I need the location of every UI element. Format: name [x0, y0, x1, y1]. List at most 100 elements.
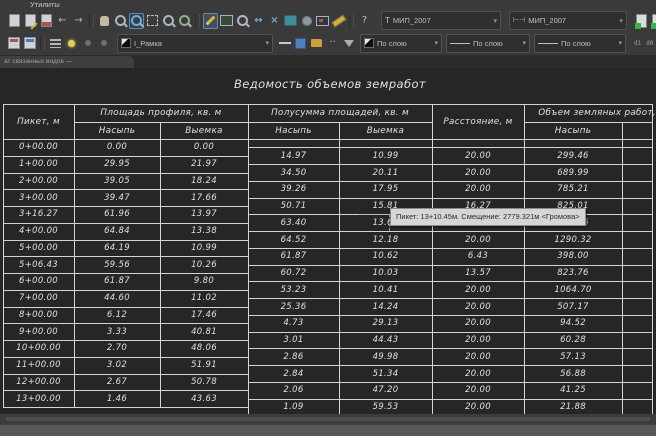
station-cell-fill: 39.47 — [104, 192, 130, 203]
interval-cell-volume-fill: 823.76 — [557, 268, 589, 279]
funnel-icon[interactable] — [341, 35, 356, 51]
station-cell-picket: 12+00.00 — [16, 376, 61, 387]
tools-icon: × — [270, 14, 279, 26]
edit-pencil-icon — [205, 15, 216, 26]
interval-cell-halfsum-fill: 39.26 — [280, 184, 307, 195]
line-icon[interactable] — [277, 35, 292, 51]
pan-icon[interactable] — [97, 13, 112, 29]
edit-doc-icon[interactable] — [23, 13, 38, 29]
web-icon[interactable] — [299, 13, 314, 29]
dim-style-value: МИП_2007 — [528, 16, 567, 25]
lock-icon[interactable] — [96, 35, 111, 51]
bulb-icon[interactable] — [64, 35, 79, 51]
notebook-icon[interactable] — [283, 13, 298, 29]
dim-style-dropdown[interactable]: ⊢⊣ МИП_2007 ▾ — [509, 11, 627, 30]
station-cell-fill: 3.02 — [106, 360, 128, 371]
green-doc-icon-2[interactable] — [650, 13, 656, 29]
undo-icon: ← — [58, 14, 67, 26]
toolbar-icon-group — [6, 35, 111, 51]
text-style-dropdown[interactable]: T МИП_2007 ▾ — [381, 11, 501, 30]
lineweight-button-0[interactable]: d1 — [632, 39, 643, 48]
station-cell-fill: 2.67 — [106, 376, 128, 387]
green-doc-icon-1 — [635, 13, 647, 29]
interval-cell-halfsum-cut: 12.18 — [372, 234, 399, 245]
station-cell-picket: 6+00.00 — [19, 276, 58, 287]
image-frame-icon[interactable] — [219, 13, 234, 29]
notebook-icon — [284, 15, 297, 26]
lineweight-button-1[interactable]: d0 — [644, 39, 655, 48]
header-volume-fill: Насыпь — [554, 125, 592, 136]
tools-icon[interactable]: × — [267, 13, 282, 29]
interval-cell-halfsum-cut: 59.53 — [372, 402, 399, 413]
tab-linked-views[interactable]: ат связанных видов — — [0, 56, 134, 68]
lineweight-button-group: d1d0dFdKdUd2dTdU — [632, 39, 656, 48]
station-cell-cut: 9.80 — [193, 276, 215, 287]
linetype-preview — [450, 42, 470, 44]
toolbar-separator — [195, 13, 200, 28]
undo-icon[interactable]: ← — [55, 13, 70, 29]
markup-icon[interactable] — [39, 13, 54, 29]
linetype-dropdown[interactable]: По слою ▾ — [446, 33, 530, 53]
layers-icon[interactable] — [48, 35, 63, 51]
station-cell-fill: 61.96 — [104, 209, 130, 220]
header-profile-fill: Насыпь — [98, 125, 136, 136]
station-cell-fill: 3.33 — [106, 326, 128, 337]
color-dropdown[interactable]: По слою ▾ — [360, 33, 442, 53]
dots-icon: ·· — [329, 37, 336, 48]
link-arrows-icon[interactable]: ↔ — [251, 13, 266, 29]
interval-cell-halfsum-fill: 2.86 — [283, 351, 304, 362]
station-cell-picket: 10+00.00 — [16, 343, 61, 354]
station-cell-fill: 29.95 — [104, 159, 130, 170]
interval-cell-halfsum-fill: 34.50 — [280, 167, 307, 178]
sheet-red-icon[interactable] — [6, 35, 21, 51]
blue-swatch-icon[interactable] — [293, 35, 308, 51]
line-icon — [278, 42, 291, 44]
layer-dropdown[interactable]: I_Рамка ▾ — [117, 33, 273, 53]
redo-icon[interactable]: → — [71, 13, 86, 29]
zoom-previous-icon[interactable] — [145, 13, 160, 29]
interval-cell-halfsum-cut: 29.13 — [372, 318, 399, 329]
lineweight-dropdown[interactable]: По слою ▾ — [534, 33, 626, 53]
chevron-down-icon: ▾ — [434, 40, 438, 47]
zoom-previous-icon — [147, 15, 158, 26]
station-cell-fill: 2.70 — [106, 343, 128, 354]
funnel-icon — [343, 39, 354, 47]
green-doc-icon-1[interactable] — [634, 13, 649, 29]
sheet-blue-icon[interactable] — [22, 35, 37, 51]
zoom-window-icon[interactable] — [129, 12, 144, 29]
markup-icon — [41, 14, 52, 27]
interval-cell-distance: 13.57 — [465, 268, 491, 279]
interval-cell-distance: 20.00 — [465, 184, 491, 195]
edit-pencil-icon[interactable] — [203, 12, 218, 29]
paste-icon[interactable] — [7, 13, 22, 29]
folder-icon[interactable] — [309, 35, 324, 51]
find-icon[interactable] — [235, 13, 250, 29]
station-cell-cut: 18.24 — [191, 175, 217, 186]
table-line — [622, 122, 623, 414]
station-cell-picket: 2+00.00 — [19, 175, 58, 186]
layer-value: I_Рамка — [134, 38, 162, 48]
freeze-icon[interactable] — [80, 35, 95, 51]
dots-icon[interactable]: ·· — [325, 35, 340, 51]
interval-cell-volume-fill: 60.28 — [560, 335, 586, 346]
application-window: Утилиты ← → ↔ ×? T МИП_2007 ▾ ⊢⊣ МИП_2007 ▾… — [0, 0, 656, 436]
horizontal-scrollbar[interactable] — [6, 417, 650, 421]
help-icon[interactable]: ? — [357, 13, 372, 29]
blue-swatch-icon — [295, 37, 306, 49]
zoom-extents-icon[interactable] — [177, 13, 192, 29]
zoom-realtime-icon[interactable] — [113, 13, 128, 29]
lineweight-preview — [538, 42, 558, 44]
text-style-icon: T — [385, 15, 390, 25]
station-cell-picket: 11+00.00 — [16, 360, 61, 371]
menu-utilities[interactable]: Утилиты — [30, 0, 60, 9]
interval-cell-volume-fill: 57.13 — [560, 351, 586, 362]
status-bar-upper — [0, 414, 656, 425]
display-icon[interactable] — [315, 13, 330, 29]
zoom-object-icon[interactable] — [161, 13, 176, 29]
measure-icon[interactable] — [331, 13, 346, 29]
drawing-canvas[interactable]: Ведомость объемов земработ Пикет, м Площа… — [0, 68, 656, 414]
interval-cell-halfsum-cut: 47.20 — [372, 385, 399, 396]
station-cell-picket: 3+16.27 — [19, 209, 58, 220]
station-cell-fill: 61.87 — [104, 276, 130, 287]
interval-cell-volume-fill: 41.25 — [560, 385, 586, 396]
